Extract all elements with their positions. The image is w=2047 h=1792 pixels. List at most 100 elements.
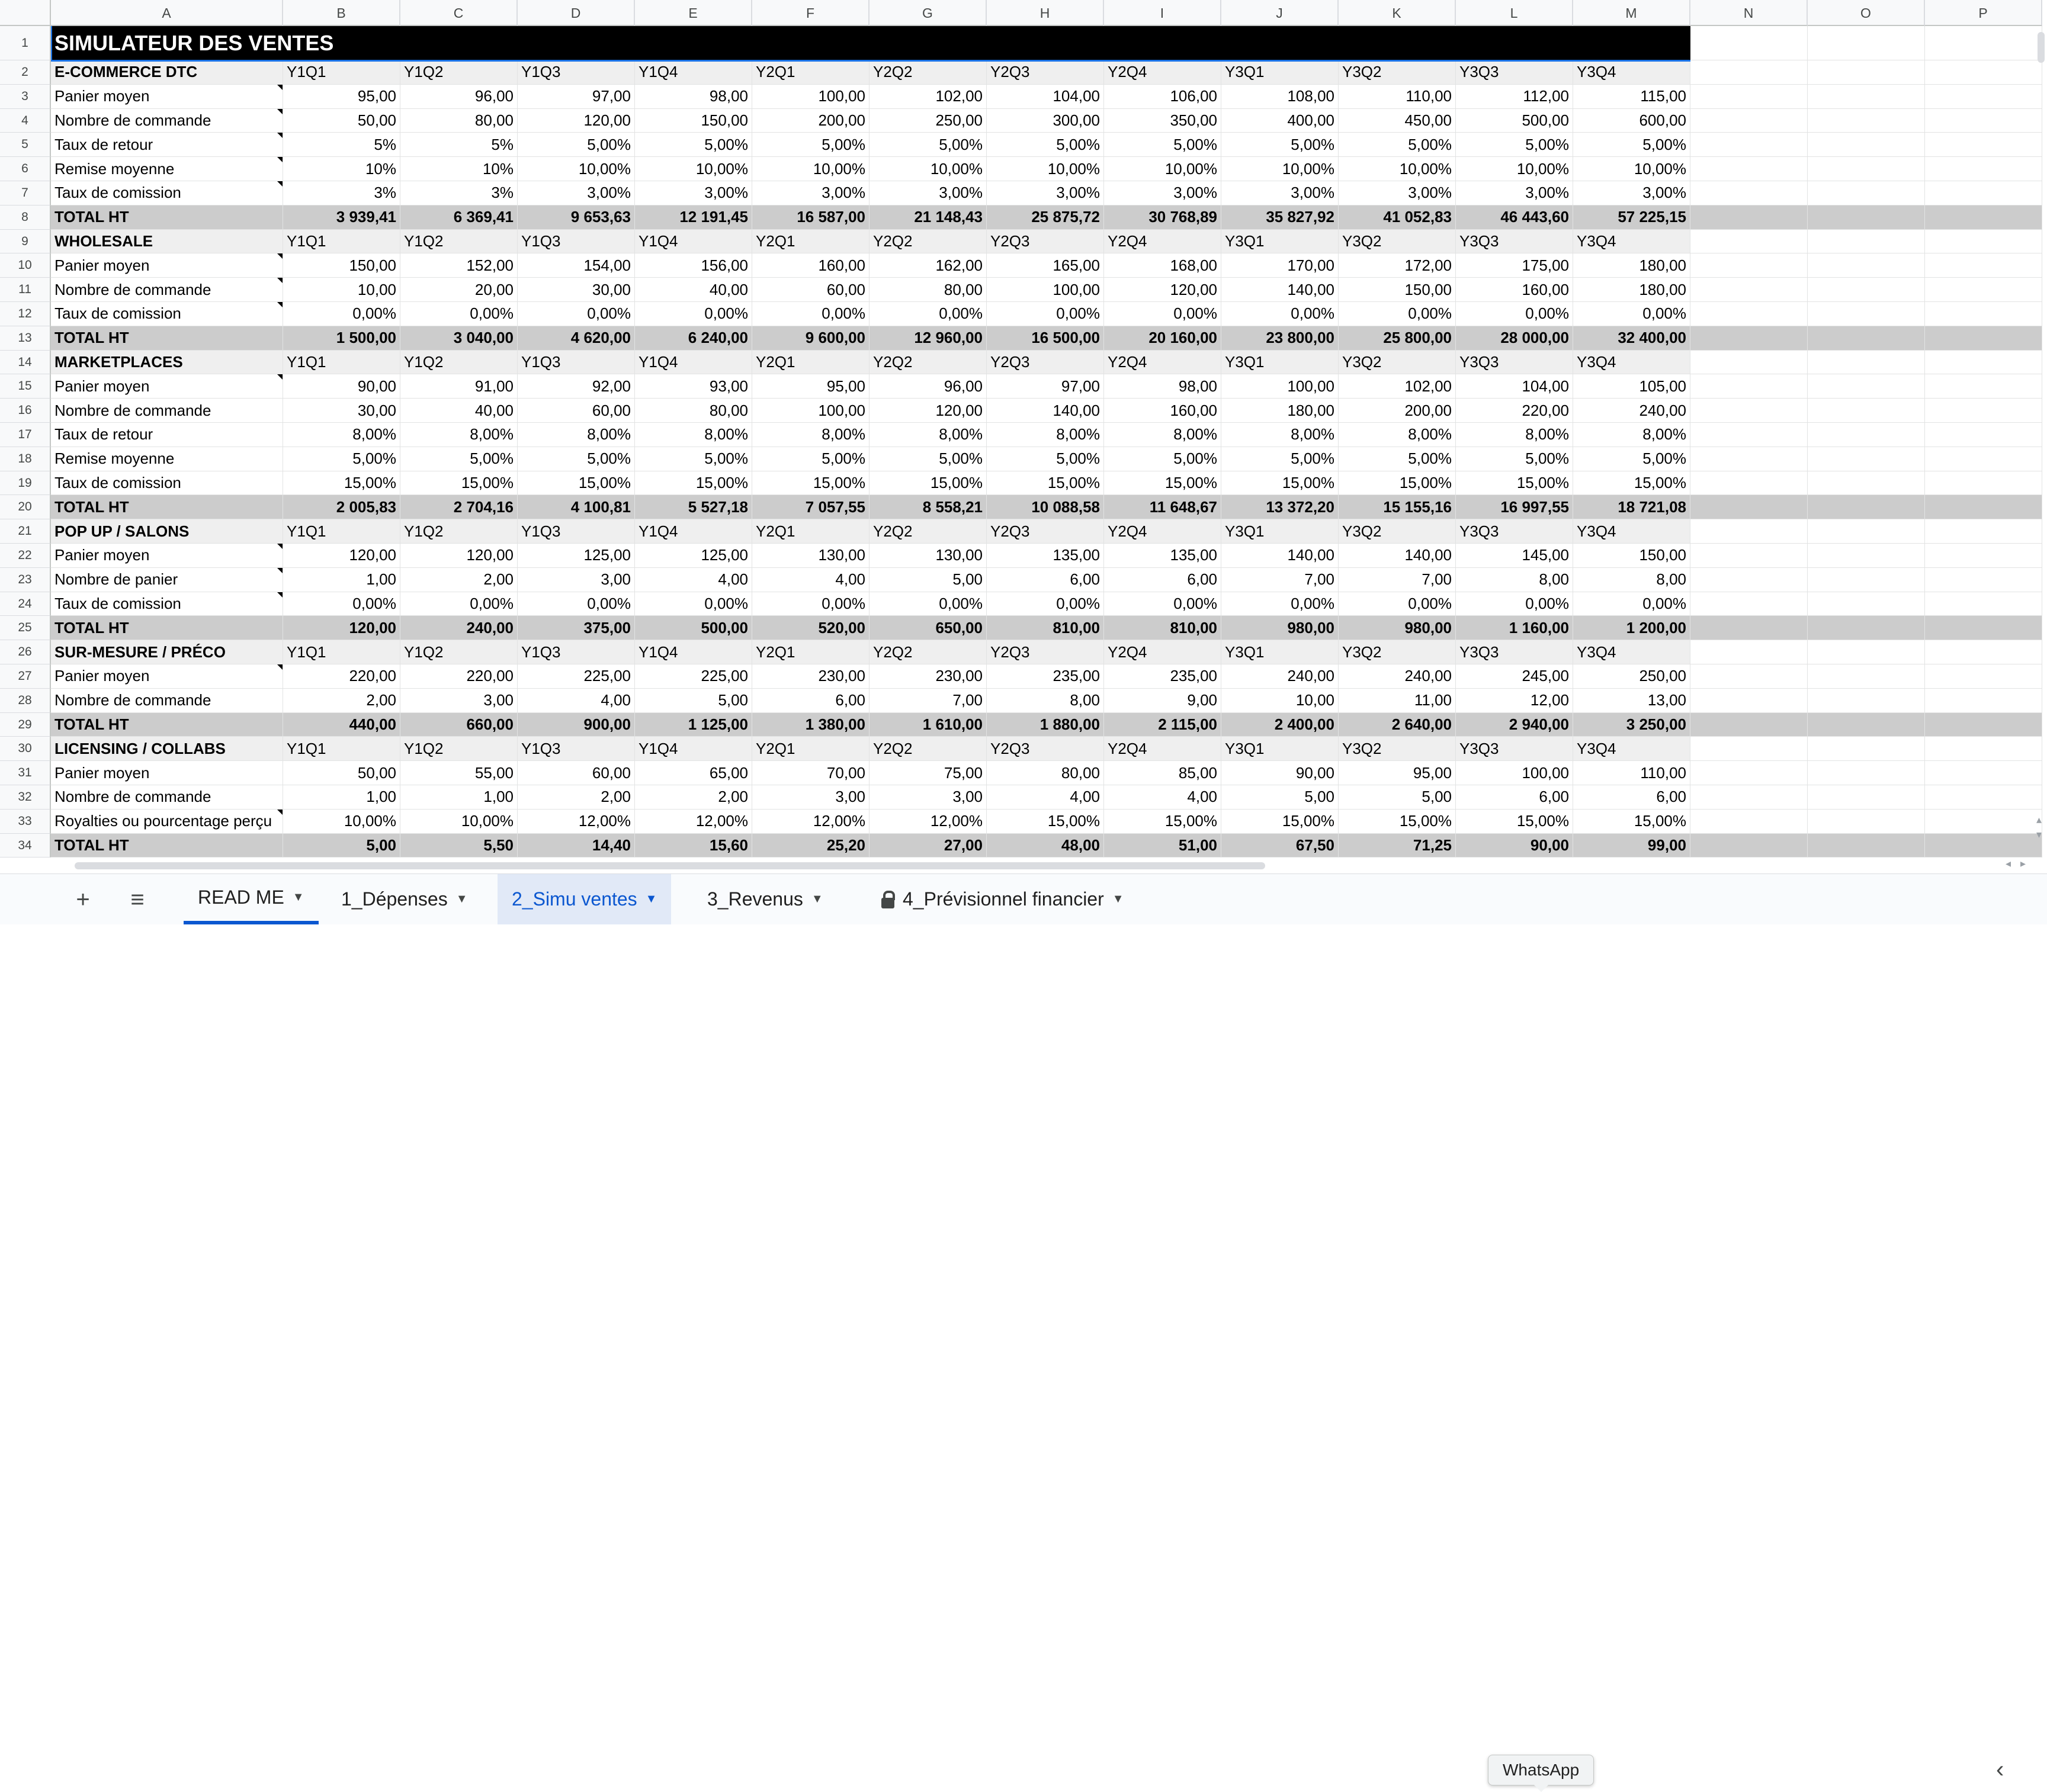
quarter-header-cell[interactable]: Y1Q4: [635, 640, 752, 664]
value-cell[interactable]: 0,00%: [635, 302, 752, 326]
value-cell[interactable]: 5,00%: [1573, 133, 1690, 158]
value-cell[interactable]: 98,00: [1104, 374, 1221, 399]
empty-cell[interactable]: [1925, 157, 2042, 181]
row-label[interactable]: TOTAL HT: [51, 205, 283, 230]
empty-cell[interactable]: [1690, 495, 1808, 520]
empty-cell[interactable]: [1808, 253, 1925, 278]
empty-cell[interactable]: [1690, 688, 1808, 713]
empty-cell[interactable]: [1690, 374, 1808, 399]
value-cell[interactable]: 104,00: [987, 84, 1104, 109]
value-cell[interactable]: 300,00: [987, 108, 1104, 133]
empty-cell[interactable]: [1808, 544, 1925, 568]
value-cell[interactable]: 70,00: [752, 761, 870, 785]
value-cell[interactable]: 8,00%: [1221, 423, 1339, 447]
caret-down-icon[interactable]: ▼: [646, 892, 657, 906]
value-cell[interactable]: 8,00%: [1456, 423, 1573, 447]
row-header[interactable]: 30: [0, 737, 51, 762]
row-label[interactable]: Taux de comission: [51, 181, 283, 205]
row-header[interactable]: 25: [0, 616, 51, 641]
value-cell[interactable]: 2 640,00: [1339, 712, 1456, 737]
row-label[interactable]: Remise moyenne: [51, 157, 283, 181]
row-header[interactable]: 31: [0, 761, 51, 785]
value-cell[interactable]: 80,00: [987, 761, 1104, 785]
quarter-header-cell[interactable]: Y3Q3: [1456, 229, 1573, 254]
empty-cell[interactable]: [1925, 833, 2042, 858]
row-label[interactable]: Panier moyen: [51, 664, 283, 689]
value-cell[interactable]: 1 610,00: [870, 712, 987, 737]
value-cell[interactable]: 7 057,55: [752, 495, 870, 520]
quarter-header-cell[interactable]: Y1Q2: [400, 350, 518, 375]
value-cell[interactable]: 15,00%: [283, 471, 400, 496]
value-cell[interactable]: 15,00%: [870, 471, 987, 496]
quarter-header-cell[interactable]: Y1Q3: [518, 737, 635, 762]
empty-cell[interactable]: [1690, 737, 1808, 762]
quarter-header-cell[interactable]: Y1Q1: [283, 229, 400, 254]
value-cell[interactable]: 9,00: [1104, 688, 1221, 713]
value-cell[interactable]: 0,00%: [1339, 592, 1456, 616]
value-cell[interactable]: 0,00%: [1104, 592, 1221, 616]
empty-cell[interactable]: [1690, 278, 1808, 302]
value-cell[interactable]: 6 369,41: [400, 205, 518, 230]
value-cell[interactable]: 48,00: [987, 833, 1104, 858]
empty-cell[interactable]: [1925, 737, 2042, 762]
value-cell[interactable]: 375,00: [518, 616, 635, 641]
value-cell[interactable]: 102,00: [1339, 374, 1456, 399]
value-cell[interactable]: 3,00: [518, 567, 635, 592]
value-cell[interactable]: 140,00: [1221, 278, 1339, 302]
value-cell[interactable]: 100,00: [752, 399, 870, 423]
value-cell[interactable]: 57 225,15: [1573, 205, 1690, 230]
value-cell[interactable]: 120,00: [518, 108, 635, 133]
empty-cell[interactable]: [1808, 809, 1925, 834]
value-cell[interactable]: 180,00: [1573, 253, 1690, 278]
value-cell[interactable]: 170,00: [1221, 253, 1339, 278]
empty-cell[interactable]: [1690, 544, 1808, 568]
row-header[interactable]: 4: [0, 108, 51, 133]
quarter-header-cell[interactable]: Y3Q1: [1221, 350, 1339, 375]
quarter-header-cell[interactable]: Y1Q2: [400, 640, 518, 664]
column-header-b[interactable]: B: [283, 0, 400, 26]
value-cell[interactable]: 5,00%: [1456, 447, 1573, 471]
column-header-g[interactable]: G: [870, 0, 987, 26]
empty-cell[interactable]: [1925, 447, 2042, 471]
quarter-header-cell[interactable]: Y1Q3: [518, 60, 635, 85]
empty-cell[interactable]: [1690, 471, 1808, 496]
value-cell[interactable]: 15,00%: [987, 809, 1104, 834]
empty-cell[interactable]: [1808, 519, 1925, 544]
column-header-o[interactable]: O: [1808, 0, 1925, 26]
value-cell[interactable]: 15,00%: [1456, 471, 1573, 496]
value-cell[interactable]: 104,00: [1456, 374, 1573, 399]
quarter-header-cell[interactable]: Y3Q4: [1573, 60, 1690, 85]
value-cell[interactable]: 0,00%: [870, 302, 987, 326]
empty-cell[interactable]: [1808, 108, 1925, 133]
value-cell[interactable]: 97,00: [987, 374, 1104, 399]
value-cell[interactable]: 240,00: [400, 616, 518, 641]
empty-cell[interactable]: [1925, 84, 2042, 109]
value-cell[interactable]: 5%: [283, 133, 400, 158]
row-header[interactable]: 8: [0, 205, 51, 230]
row-header[interactable]: 28: [0, 688, 51, 713]
row-header[interactable]: 26: [0, 640, 51, 664]
value-cell[interactable]: 10,00%: [1104, 157, 1221, 181]
value-cell[interactable]: 150,00: [1573, 544, 1690, 568]
value-cell[interactable]: 135,00: [987, 544, 1104, 568]
row-label[interactable]: Panier moyen: [51, 374, 283, 399]
value-cell[interactable]: 20 160,00: [1104, 326, 1221, 351]
empty-cell[interactable]: [1690, 761, 1808, 785]
value-cell[interactable]: 2 704,16: [400, 495, 518, 520]
row-label[interactable]: Nombre de commande: [51, 785, 283, 810]
row-header[interactable]: 32: [0, 785, 51, 810]
quarter-header-cell[interactable]: Y2Q4: [1104, 737, 1221, 762]
row-header[interactable]: 14: [0, 350, 51, 375]
value-cell[interactable]: 180,00: [1573, 278, 1690, 302]
column-header-e[interactable]: E: [635, 0, 752, 26]
value-cell[interactable]: 5,00%: [987, 133, 1104, 158]
value-cell[interactable]: 100,00: [1221, 374, 1339, 399]
value-cell[interactable]: 12,00: [1456, 688, 1573, 713]
quarter-header-cell[interactable]: Y3Q2: [1339, 60, 1456, 85]
value-cell[interactable]: 0,00%: [518, 592, 635, 616]
quarter-header-cell[interactable]: Y2Q1: [752, 60, 870, 85]
scroll-left-arrow-icon[interactable]: ◂: [2006, 858, 2011, 870]
row-header[interactable]: 3: [0, 84, 51, 109]
row-header[interactable]: 22: [0, 544, 51, 568]
row-header[interactable]: 9: [0, 229, 51, 254]
